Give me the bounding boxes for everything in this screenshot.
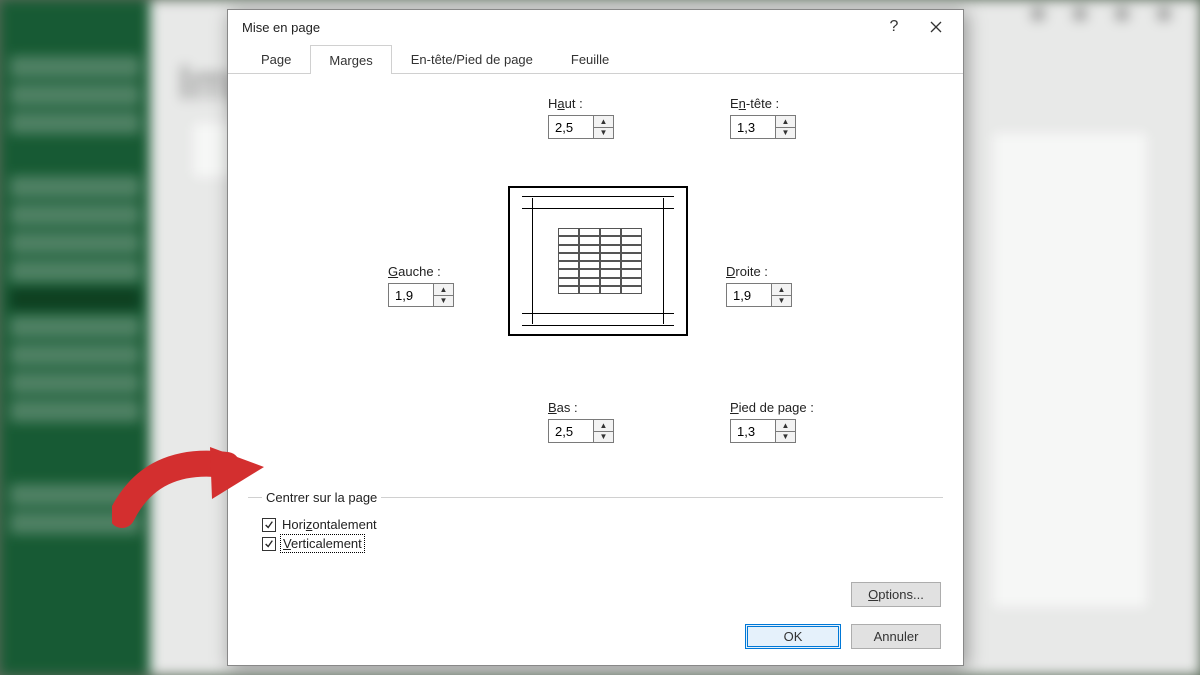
checkbox-horizontal-label: Horizontalement xyxy=(282,517,377,532)
margin-pied-spinner[interactable]: ▲▼ xyxy=(730,419,796,443)
margin-droite-input[interactable] xyxy=(727,284,771,306)
cancel-button[interactable]: Annuler xyxy=(851,624,941,649)
margin-haut-label: Haut : xyxy=(548,96,638,111)
margin-pied-input[interactable] xyxy=(731,420,775,442)
margin-droite-group: Droite : ▲▼ xyxy=(726,264,816,307)
checkbox-horizontal[interactable] xyxy=(262,518,276,532)
tab-entete-pied[interactable]: En-tête/Pied de page xyxy=(392,44,552,73)
margin-gauche-label: Gauche : xyxy=(388,264,478,279)
margin-gauche-input[interactable] xyxy=(389,284,433,306)
titlebar: Mise en page ? xyxy=(228,10,963,44)
dialog-title: Mise en page xyxy=(242,20,873,35)
dialog-body: Haut : ▲▼ En-tête : ▲▼ Gauche : ▲▼ xyxy=(228,74,963,665)
margin-bas-spinner[interactable]: ▲▼ xyxy=(548,419,614,443)
margin-gauche-spinner[interactable]: ▲▼ xyxy=(388,283,454,307)
margin-bas-input[interactable] xyxy=(549,420,593,442)
margin-droite-spinner[interactable]: ▲▼ xyxy=(726,283,792,307)
margin-haut-spinner[interactable]: ▲▼ xyxy=(548,115,614,139)
margin-pied-group: Pied de page : ▲▼ xyxy=(730,400,840,443)
margin-entete-spinner[interactable]: ▲▼ xyxy=(730,115,796,139)
tab-page[interactable]: Page xyxy=(242,44,310,73)
ok-button[interactable]: OK xyxy=(745,624,841,649)
spin-down-icon[interactable]: ▼ xyxy=(772,296,791,307)
spin-down-icon[interactable]: ▼ xyxy=(594,128,613,139)
margin-bas-label: Bas : xyxy=(548,400,638,415)
checkbox-vertical[interactable] xyxy=(262,537,276,551)
tab-feuille[interactable]: Feuille xyxy=(552,44,628,73)
dialog-footer: OK Annuler xyxy=(745,624,941,649)
margin-entete-group: En-tête : ▲▼ xyxy=(730,96,820,139)
spin-up-icon[interactable]: ▲ xyxy=(776,116,795,128)
center-on-page-group: Centrer sur la page Horizontalement Vert… xyxy=(248,490,943,559)
spin-up-icon[interactable]: ▲ xyxy=(772,284,791,296)
spin-up-icon[interactable]: ▲ xyxy=(594,116,613,128)
spin-down-icon[interactable]: ▼ xyxy=(776,128,795,139)
margin-pied-label: Pied de page : xyxy=(730,400,840,415)
spin-up-icon[interactable]: ▲ xyxy=(776,420,795,432)
close-button[interactable] xyxy=(915,12,957,42)
tab-strip: Page Marges En-tête/Pied de page Feuille xyxy=(228,44,963,74)
margin-gauche-group: Gauche : ▲▼ xyxy=(388,264,478,307)
spin-down-icon[interactable]: ▼ xyxy=(594,432,613,443)
margin-entete-input[interactable] xyxy=(731,116,775,138)
spin-up-icon[interactable]: ▲ xyxy=(434,284,453,296)
margin-entete-label: En-tête : xyxy=(730,96,820,111)
margin-haut-group: Haut : ▲▼ xyxy=(548,96,638,139)
check-icon xyxy=(264,520,274,530)
help-button[interactable]: ? xyxy=(873,12,915,42)
close-icon xyxy=(930,21,942,33)
margin-bas-group: Bas : ▲▼ xyxy=(548,400,638,443)
page-setup-dialog: Mise en page ? Page Marges En-tête/Pied … xyxy=(227,9,964,666)
center-legend: Centrer sur la page xyxy=(262,490,381,505)
tab-marges[interactable]: Marges xyxy=(310,45,391,74)
spin-down-icon[interactable]: ▼ xyxy=(776,432,795,443)
margin-haut-input[interactable] xyxy=(549,116,593,138)
spin-down-icon[interactable]: ▼ xyxy=(434,296,453,307)
spin-up-icon[interactable]: ▲ xyxy=(594,420,613,432)
check-icon xyxy=(264,539,274,549)
options-button[interactable]: Options... xyxy=(851,582,941,607)
margin-droite-label: Droite : xyxy=(726,264,816,279)
page-preview xyxy=(508,186,688,336)
checkbox-vertical-label: Verticalement xyxy=(282,536,363,551)
